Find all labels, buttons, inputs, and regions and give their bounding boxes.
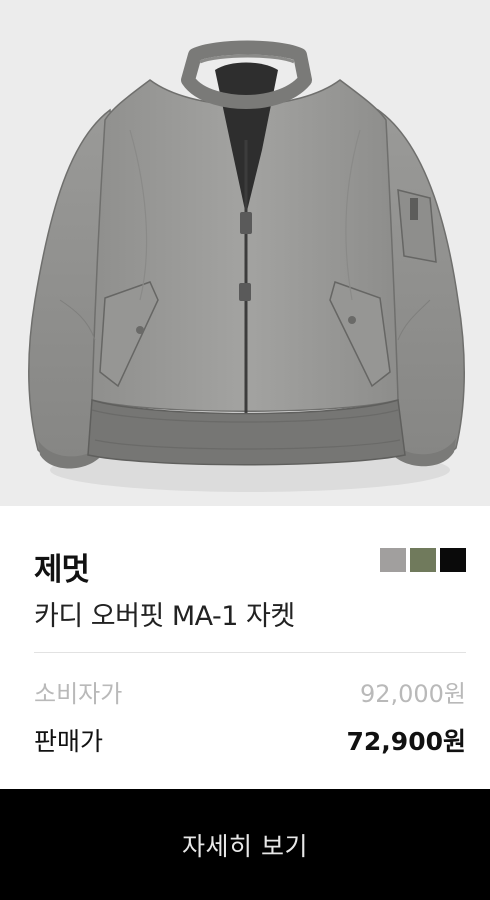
product-card: 제멋 카디 오버핏 MA-1 자켓 소비자가 92,000원 판매가 72,90…	[0, 0, 490, 900]
product-image[interactable]	[0, 0, 490, 506]
msrp-price: 92,000원	[359, 680, 466, 708]
color-swatches	[380, 548, 466, 572]
color-swatch-gray[interactable]	[380, 548, 406, 572]
sale-label: 판매가	[34, 727, 104, 756]
product-title[interactable]: 카디 오버핏 MA-1 자켓	[34, 594, 295, 633]
brand-name[interactable]: 제멋	[34, 544, 90, 589]
color-swatch-black[interactable]	[440, 548, 466, 572]
divider	[34, 652, 466, 653]
view-details-button[interactable]: 자세히 보기	[0, 789, 490, 900]
msrp-label: 소비자가	[34, 680, 123, 708]
msrp-row: 소비자가 92,000원	[34, 674, 466, 709]
sale-price: 72,900원	[346, 727, 466, 756]
jacket-illustration	[0, 0, 490, 506]
sale-row: 판매가 72,900원	[34, 722, 466, 758]
product-info: 제멋 카디 오버핏 MA-1 자켓 소비자가 92,000원 판매가 72,90…	[0, 506, 490, 789]
color-swatch-olive[interactable]	[410, 548, 436, 572]
